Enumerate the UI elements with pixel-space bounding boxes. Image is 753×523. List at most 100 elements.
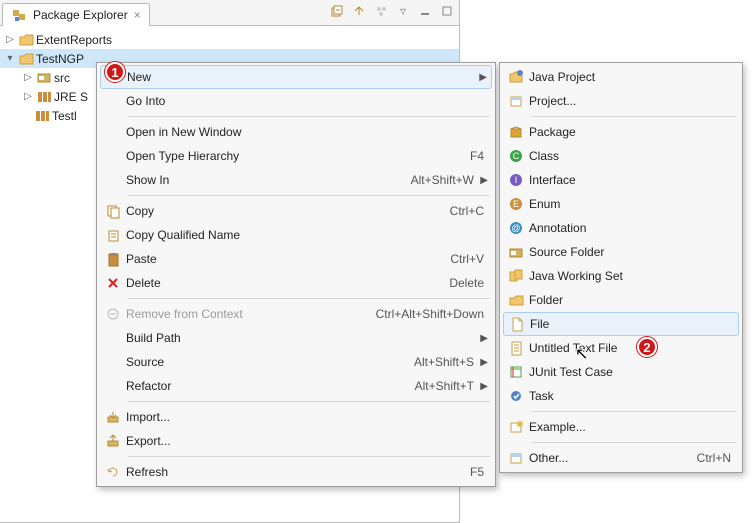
menu-item-untitled-text-file[interactable]: Untitled Text File	[503, 336, 739, 360]
menu-item-annotation[interactable]: @ Annotation	[503, 216, 739, 240]
tab-label: Package Explorer	[33, 8, 128, 22]
export-icon	[102, 429, 124, 453]
remove-context-icon	[102, 302, 124, 326]
menu-item-example[interactable]: Example...	[503, 415, 739, 439]
annotation-icon: @	[505, 216, 527, 240]
mouse-cursor-icon: ↖	[575, 344, 588, 364]
menu-item-refactor[interactable]: Refactor Alt+Shift+T ▶	[100, 374, 492, 398]
menu-label: Refactor	[124, 379, 415, 393]
expand-icon[interactable]: ▷	[4, 34, 16, 45]
tree-row-extentreports[interactable]: ▷ ExtentReports	[0, 30, 459, 49]
menu-item-enum[interactable]: E Enum	[503, 192, 739, 216]
menu-label: Untitled Text File	[527, 341, 735, 355]
menu-label: Other...	[527, 451, 697, 465]
menu-item-java-working-set[interactable]: Java Working Set	[503, 264, 739, 288]
java-project-icon	[505, 65, 527, 89]
chevron-right-icon: ▶	[478, 175, 488, 186]
menu-item-other[interactable]: Other... Ctrl+N	[503, 446, 739, 470]
menu-label: Copy Qualified Name	[124, 228, 488, 242]
menu-item-interface[interactable]: I Interface	[503, 168, 739, 192]
expand-icon[interactable]: ▷	[22, 91, 34, 102]
project-icon	[18, 32, 34, 48]
menu-label: Java Project	[527, 70, 735, 84]
menu-item-file[interactable]: File	[503, 312, 739, 336]
menu-item-show-in[interactable]: Show In Alt+Shift+W ▶	[100, 168, 492, 192]
menu-accelerator: Ctrl+N	[697, 451, 735, 465]
wizard-icon	[505, 446, 527, 470]
maximize-icon[interactable]	[439, 2, 455, 20]
menu-item-class[interactable]: C Class	[503, 144, 739, 168]
menu-item-source[interactable]: Source Alt+Shift+S ▶	[100, 350, 492, 374]
enum-icon: E	[505, 192, 527, 216]
menu-item-copy-qualified-name[interactable]: Copy Qualified Name	[100, 223, 492, 247]
collapse-icon[interactable]: ▾	[4, 53, 16, 64]
copy-icon	[102, 199, 124, 223]
file-icon	[506, 312, 528, 336]
project-wizard-icon	[505, 89, 527, 113]
menu-label: Open in New Window	[124, 125, 488, 139]
submenu-new: Java Project Project... Package C Class …	[499, 62, 743, 473]
menu-item-build-path[interactable]: Build Path ▶	[100, 326, 492, 350]
menu-label: Import...	[124, 410, 488, 424]
menu-label: Copy	[124, 204, 450, 218]
expand-icon[interactable]: ▷	[22, 72, 34, 83]
svg-text:I: I	[515, 175, 518, 185]
menu-label: Refresh	[124, 465, 470, 479]
menu-item-new[interactable]: New ▶	[100, 65, 492, 89]
filter-icon[interactable]	[373, 2, 389, 20]
menu-item-refresh[interactable]: Refresh F5	[100, 460, 492, 484]
menu-item-paste[interactable]: Paste Ctrl+V	[100, 247, 492, 271]
paste-icon	[102, 247, 124, 271]
menu-label: New	[125, 70, 477, 84]
link-editor-icon[interactable]	[351, 2, 367, 20]
menu-accelerator: Alt+Shift+T	[415, 379, 478, 393]
tree-label: JRE S	[54, 90, 88, 104]
source-folder-icon	[36, 70, 52, 86]
menu-item-task[interactable]: Task	[503, 384, 739, 408]
junit-icon	[505, 360, 527, 384]
svg-text:C: C	[513, 151, 520, 161]
chevron-right-icon: ▶	[478, 333, 488, 344]
menu-label: Source Folder	[527, 245, 735, 259]
menu-accelerator: Ctrl+Alt+Shift+Down	[376, 307, 488, 321]
menu-item-package[interactable]: Package	[503, 120, 739, 144]
menu-accelerator: Alt+Shift+S	[414, 355, 478, 369]
menu-label: Java Working Set	[527, 269, 735, 283]
minimize-icon[interactable]	[417, 2, 433, 20]
menu-label: Enum	[527, 197, 735, 211]
menu-label: Class	[527, 149, 735, 163]
menu-item-open-new-window[interactable]: Open in New Window	[100, 120, 492, 144]
menu-label: Build Path	[124, 331, 478, 345]
view-menu-icon[interactable]: ▿	[395, 2, 411, 20]
close-icon[interactable]: ×	[134, 9, 141, 21]
menu-item-source-folder[interactable]: Source Folder	[503, 240, 739, 264]
menu-item-junit[interactable]: JUnit Test Case	[503, 360, 739, 384]
menu-separator	[128, 401, 490, 402]
menu-item-go-into[interactable]: Go Into	[100, 89, 492, 113]
text-file-icon	[505, 336, 527, 360]
refresh-icon	[102, 460, 124, 484]
menu-accelerator: Ctrl+C	[450, 204, 488, 218]
interface-icon: I	[505, 168, 527, 192]
collapse-all-icon[interactable]	[329, 2, 345, 20]
tree-label: TestNGP	[36, 52, 84, 66]
tree-label: src	[54, 71, 70, 85]
menu-item-delete[interactable]: Delete Delete	[100, 271, 492, 295]
menu-separator	[531, 411, 737, 412]
menu-label: Package	[527, 125, 735, 139]
menu-accelerator: F4	[470, 149, 488, 163]
menu-item-java-project[interactable]: Java Project	[503, 65, 739, 89]
menu-item-project[interactable]: Project...	[503, 89, 739, 113]
menu-item-export[interactable]: Export...	[100, 429, 492, 453]
menu-item-folder[interactable]: Folder	[503, 288, 739, 312]
context-menu: New ▶ Go Into Open in New Window Open Ty…	[96, 62, 496, 487]
menu-item-import[interactable]: Import...	[100, 405, 492, 429]
chevron-right-icon: ▶	[478, 357, 488, 368]
menu-label: Go Into	[124, 94, 488, 108]
menu-accelerator: Alt+Shift+W	[411, 173, 478, 187]
tab-package-explorer[interactable]: Package Explorer ×	[2, 3, 150, 26]
menu-label: JUnit Test Case	[527, 365, 735, 379]
menu-item-open-type-hierarchy[interactable]: Open Type Hierarchy F4	[100, 144, 492, 168]
menu-label: File	[528, 317, 734, 331]
menu-item-copy[interactable]: Copy Ctrl+C	[100, 199, 492, 223]
